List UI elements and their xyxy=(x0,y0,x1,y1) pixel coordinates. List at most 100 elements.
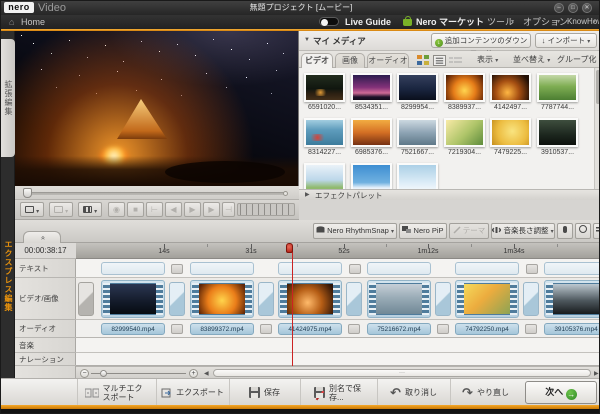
theme-button[interactable]: テーマ xyxy=(449,223,489,239)
jog-shuttle[interactable] xyxy=(237,203,295,216)
audio-link-icon[interactable] xyxy=(171,324,183,334)
duration-button[interactable] xyxy=(575,223,591,239)
transition-slot[interactable] xyxy=(78,282,94,316)
rhythmsnap-button[interactable]: Nero RhythmSnap ▾ xyxy=(313,223,397,239)
nero-pip-button[interactable]: Nero PiP xyxy=(399,223,447,239)
zoom-in-button[interactable]: + xyxy=(189,369,198,378)
fullscreen-button[interactable]: ▾ xyxy=(49,202,73,217)
live-guide-toggle[interactable] xyxy=(319,17,339,26)
next-frame-button[interactable]: ▶ xyxy=(203,202,220,217)
thumbnail-view-icon[interactable] xyxy=(417,55,430,66)
mark-out-button[interactable]: ⊣ xyxy=(222,202,235,217)
record-button[interactable]: ◉ xyxy=(108,202,125,217)
tab-audio[interactable]: オーディオ xyxy=(367,53,409,68)
detail-view-icon[interactable] xyxy=(449,55,462,66)
microphone-button[interactable] xyxy=(557,223,573,239)
media-item[interactable] xyxy=(537,73,578,102)
narration-track[interactable] xyxy=(76,353,600,366)
media-item[interactable] xyxy=(351,118,392,147)
transition-slot[interactable] xyxy=(435,282,451,316)
media-item[interactable] xyxy=(397,163,438,189)
tab-advanced-editing[interactable]: 拡張編集 xyxy=(1,39,15,157)
transition-slot[interactable] xyxy=(346,282,362,316)
zoom-slider-thumb[interactable] xyxy=(100,370,107,377)
undo-button[interactable]: ↶取り消し xyxy=(377,379,449,406)
text-placeholder[interactable] xyxy=(367,262,431,275)
track-label-text[interactable]: テキスト xyxy=(15,259,76,278)
maximize-button[interactable]: □ xyxy=(568,3,578,13)
media-item[interactable] xyxy=(490,118,531,147)
text-connector-icon[interactable] xyxy=(171,264,183,274)
text-connector-icon[interactable] xyxy=(349,264,361,274)
track-label-music[interactable]: 音楽 xyxy=(15,338,76,353)
list-view-icon[interactable] xyxy=(433,55,446,66)
media-scrollbar[interactable] xyxy=(594,68,600,189)
audio-link-icon[interactable] xyxy=(348,324,360,334)
video-clip[interactable] xyxy=(455,280,519,318)
export-button[interactable]: エクスポート xyxy=(156,379,228,406)
media-item[interactable] xyxy=(304,163,345,189)
music-track[interactable] xyxy=(76,338,600,353)
track-label-video[interactable]: ビデオ/画像 xyxy=(15,278,76,320)
text-placeholder[interactable] xyxy=(455,262,519,275)
media-item[interactable] xyxy=(351,73,392,102)
seek-thumb[interactable] xyxy=(23,188,32,198)
next-button[interactable]: 次へ → xyxy=(525,381,597,404)
media-scrollbar-thumb[interactable] xyxy=(596,70,600,104)
audio-clip[interactable]: 83899372.mp4 xyxy=(190,323,254,335)
video-clip[interactable] xyxy=(367,280,431,318)
play-button[interactable]: ▶ xyxy=(184,202,201,217)
audio-clip[interactable]: 41424975.mp4 xyxy=(278,323,342,335)
menu-live-guide[interactable]: Live Guide xyxy=(345,15,391,29)
media-item[interactable] xyxy=(304,73,345,102)
track-options-button[interactable]: ▾ xyxy=(593,223,600,239)
timeline-scrollbar[interactable]: ··· xyxy=(213,369,591,377)
track-label-narration[interactable]: ナレーション xyxy=(15,353,76,366)
mark-in-button[interactable]: ⊢ xyxy=(146,202,163,217)
media-item[interactable] xyxy=(304,118,345,147)
stop-button[interactable]: ■ xyxy=(127,202,144,217)
save-as-button[interactable]: 別名で保存... xyxy=(300,379,376,406)
text-placeholder[interactable] xyxy=(278,262,342,275)
audio-clip[interactable]: 75216672.mp4 xyxy=(367,323,431,335)
media-item[interactable] xyxy=(444,118,485,147)
tab-image[interactable]: 画像 xyxy=(335,53,365,68)
audio-clip[interactable]: 82999540.mp4 xyxy=(101,323,165,335)
menu-market[interactable]: Nero マーケット xyxy=(416,15,484,29)
media-collapse-icon[interactable]: ▼ xyxy=(304,37,310,43)
media-item[interactable] xyxy=(397,73,438,102)
media-item[interactable] xyxy=(537,118,578,147)
audio-link-icon[interactable] xyxy=(525,324,537,334)
text-connector-icon[interactable] xyxy=(526,264,538,274)
playhead-pin[interactable] xyxy=(286,243,293,253)
tab-express-editing[interactable]: エクスプレス編集 xyxy=(1,211,15,341)
tab-video[interactable]: ビデオ xyxy=(301,53,333,68)
video-clip[interactable] xyxy=(101,280,165,318)
timeline-ruler[interactable]: 14s 31s 52s 1m12s 1m34s xyxy=(76,243,600,259)
zoom-out-button[interactable]: − xyxy=(80,369,89,378)
display-mode-button[interactable]: ▾ xyxy=(20,202,44,217)
text-placeholder[interactable] xyxy=(190,262,254,275)
video-clip[interactable] xyxy=(278,280,342,318)
timeline-collapse-tab[interactable]: « xyxy=(23,231,61,243)
seek-track[interactable] xyxy=(27,192,285,195)
media-item[interactable] xyxy=(490,73,531,102)
menu-tools[interactable]: ツール xyxy=(487,15,514,29)
redo-button[interactable]: ↷やり直し xyxy=(450,379,520,406)
media-item[interactable] xyxy=(351,163,392,189)
menu-options[interactable]: オプション xyxy=(523,15,568,29)
media-item[interactable] xyxy=(397,118,438,147)
minimize-button[interactable]: – xyxy=(554,3,564,13)
audio-link-icon[interactable] xyxy=(437,324,449,334)
video-clip[interactable] xyxy=(544,280,600,318)
import-button[interactable]: ↓ インポート ▾ xyxy=(535,33,597,48)
audio-clip[interactable]: 74792250.mp4 xyxy=(455,323,519,335)
text-placeholder[interactable] xyxy=(544,262,600,275)
music-length-button[interactable]: 音楽長さ調整 ▾ xyxy=(491,223,555,239)
grid-view-button[interactable]: ▾ xyxy=(78,202,102,217)
scroll-right-icon[interactable]: ▶ xyxy=(594,370,599,377)
close-button[interactable]: ✕ xyxy=(582,3,592,13)
transition-slot[interactable] xyxy=(169,282,185,316)
audio-clip[interactable]: 39105376.mp4 xyxy=(544,323,600,335)
effect-palette-bar[interactable]: ▶ エフェクトパレット xyxy=(299,189,600,200)
